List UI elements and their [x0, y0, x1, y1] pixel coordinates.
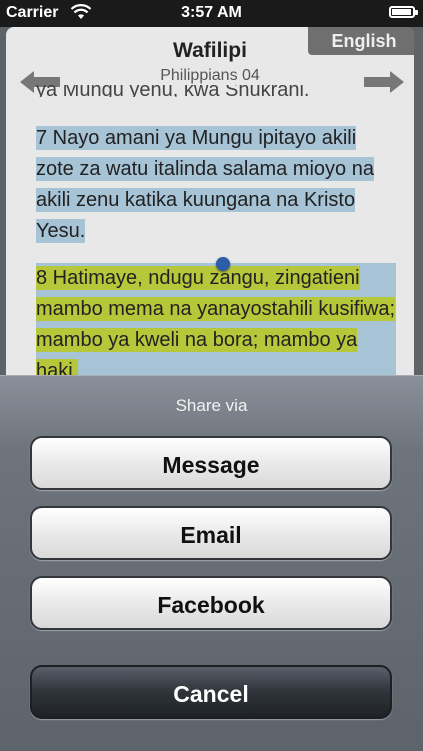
verse-7[interactable]: 7 Nayo amani ya Mungu ipitayo akili zote…	[36, 123, 396, 247]
share-facebook-button[interactable]: Facebook	[30, 576, 392, 630]
selection-handle[interactable]	[216, 257, 230, 271]
next-chapter-arrow-icon[interactable]	[364, 71, 404, 93]
battery-icon	[389, 6, 418, 18]
cancel-button[interactable]: Cancel	[30, 665, 392, 719]
share-action-sheet: Share via Message Email Facebook Cancel	[0, 375, 423, 751]
language-button[interactable]: English	[308, 27, 414, 55]
chapter-subtitle: Philippians 04	[160, 67, 260, 84]
share-message-button[interactable]: Message	[30, 436, 392, 490]
verse-8[interactable]: 8 Hatimaye, ndugu zangu, zingatieni mamb…	[36, 263, 396, 387]
verse-7-text: 7 Nayo amani ya Mungu ipitayo akili zote…	[36, 126, 374, 243]
status-bar: Carrier 3:57 AM	[0, 0, 423, 27]
share-sheet-title: Share via	[175, 396, 248, 415]
clipped-verse-text: ya Mungu yenu, kwa Shukrani.	[36, 85, 310, 97]
share-email-button[interactable]: Email	[30, 506, 392, 560]
clock: 3:57 AM	[181, 4, 242, 21]
verse-8-text: 8 Hatimaye, ndugu zangu, zingatieni mamb…	[36, 266, 396, 383]
